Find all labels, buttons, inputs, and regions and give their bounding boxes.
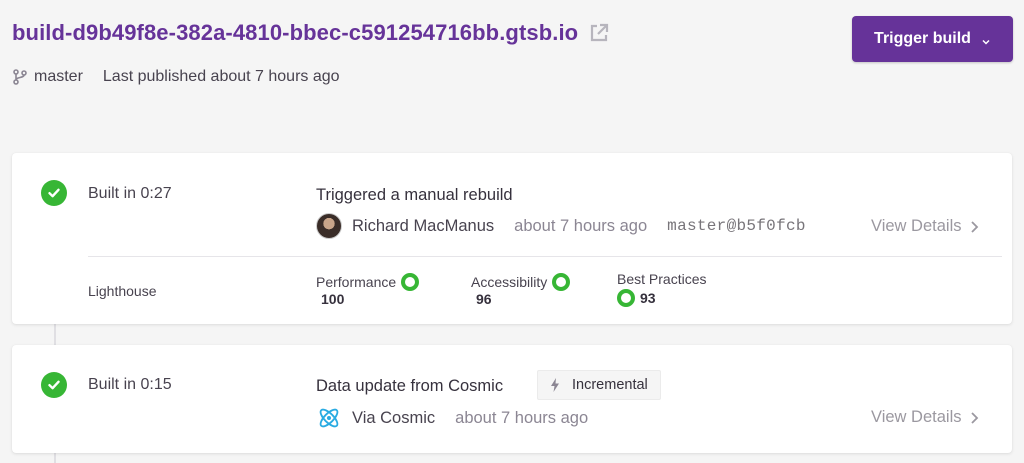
build-duration: Built in 0:15	[88, 376, 172, 393]
build-time: about 7 hours ago	[514, 216, 648, 235]
success-check-icon	[41, 180, 67, 206]
git-branch-icon	[12, 68, 28, 86]
build-title: Data update from Cosmic	[316, 377, 504, 395]
chevron-right-icon	[969, 411, 979, 425]
view-details-label: View Details	[871, 217, 962, 235]
lighthouse-metric-accessibility[interactable]: Accessibility 96	[471, 273, 571, 307]
metric-score: 96	[476, 291, 492, 307]
metric-name: Performance	[316, 274, 397, 290]
view-details-link[interactable]: View Details	[871, 217, 979, 236]
branch-name: master	[34, 68, 83, 85]
build-card: Built in 0:27 Triggered a manual rebuild…	[12, 153, 1012, 324]
badge-label: Incremental	[572, 377, 648, 393]
site-title: build-d9b49f8e-382a-4810-bbec-c591254716…	[12, 20, 610, 46]
site-meta: master Last published about 7 hours ago	[12, 68, 340, 86]
view-details-label: View Details	[871, 408, 962, 426]
card-divider	[88, 256, 1002, 257]
build-author: Via Cosmic	[352, 408, 436, 427]
trigger-build-label: Trigger build	[874, 30, 971, 47]
lighthouse-metric-best-practices[interactable]: Best Practices 93	[617, 271, 706, 307]
cosmic-logo-icon	[316, 405, 342, 431]
metric-name: Best Practices	[617, 271, 707, 287]
chevron-right-icon	[969, 220, 979, 234]
build-author-row: Richard MacManus about 7 hours ago maste…	[316, 213, 806, 239]
lighthouse-metric-performance[interactable]: Performance 100	[316, 273, 420, 307]
score-ring-icon	[552, 273, 571, 291]
build-author-row: Via Cosmic about 7 hours ago	[316, 405, 588, 431]
last-published: Last published about 7 hours ago	[102, 68, 340, 85]
trigger-build-button[interactable]: Trigger build	[852, 16, 1013, 62]
build-card: Built in 0:15 Data update from Cosmic In…	[12, 345, 1012, 453]
commit-ref[interactable]: master@b5f0fcb	[667, 217, 806, 235]
chevron-down-icon	[981, 34, 991, 45]
incremental-badge: Incremental	[537, 370, 661, 400]
avatar	[316, 213, 342, 239]
build-time: about 7 hours ago	[455, 408, 589, 427]
external-link-icon[interactable]	[588, 22, 610, 44]
site-header: build-d9b49f8e-382a-4810-bbec-c591254716…	[0, 0, 1024, 120]
site-url-link[interactable]: build-d9b49f8e-382a-4810-bbec-c591254716…	[12, 20, 578, 46]
score-ring-icon	[401, 273, 420, 291]
lighthouse-label: Lighthouse	[88, 283, 157, 299]
view-details-link[interactable]: View Details	[871, 408, 979, 427]
success-check-icon	[41, 372, 67, 398]
metric-score: 100	[321, 291, 345, 307]
metric-name: Accessibility	[471, 274, 548, 290]
build-author: Richard MacManus	[352, 216, 495, 235]
lightning-bolt-icon	[550, 378, 560, 392]
build-duration: Built in 0:27	[88, 185, 172, 202]
score-ring-icon	[617, 289, 635, 307]
build-title: Triggered a manual rebuild	[316, 186, 513, 204]
metric-score: 93	[640, 290, 656, 306]
